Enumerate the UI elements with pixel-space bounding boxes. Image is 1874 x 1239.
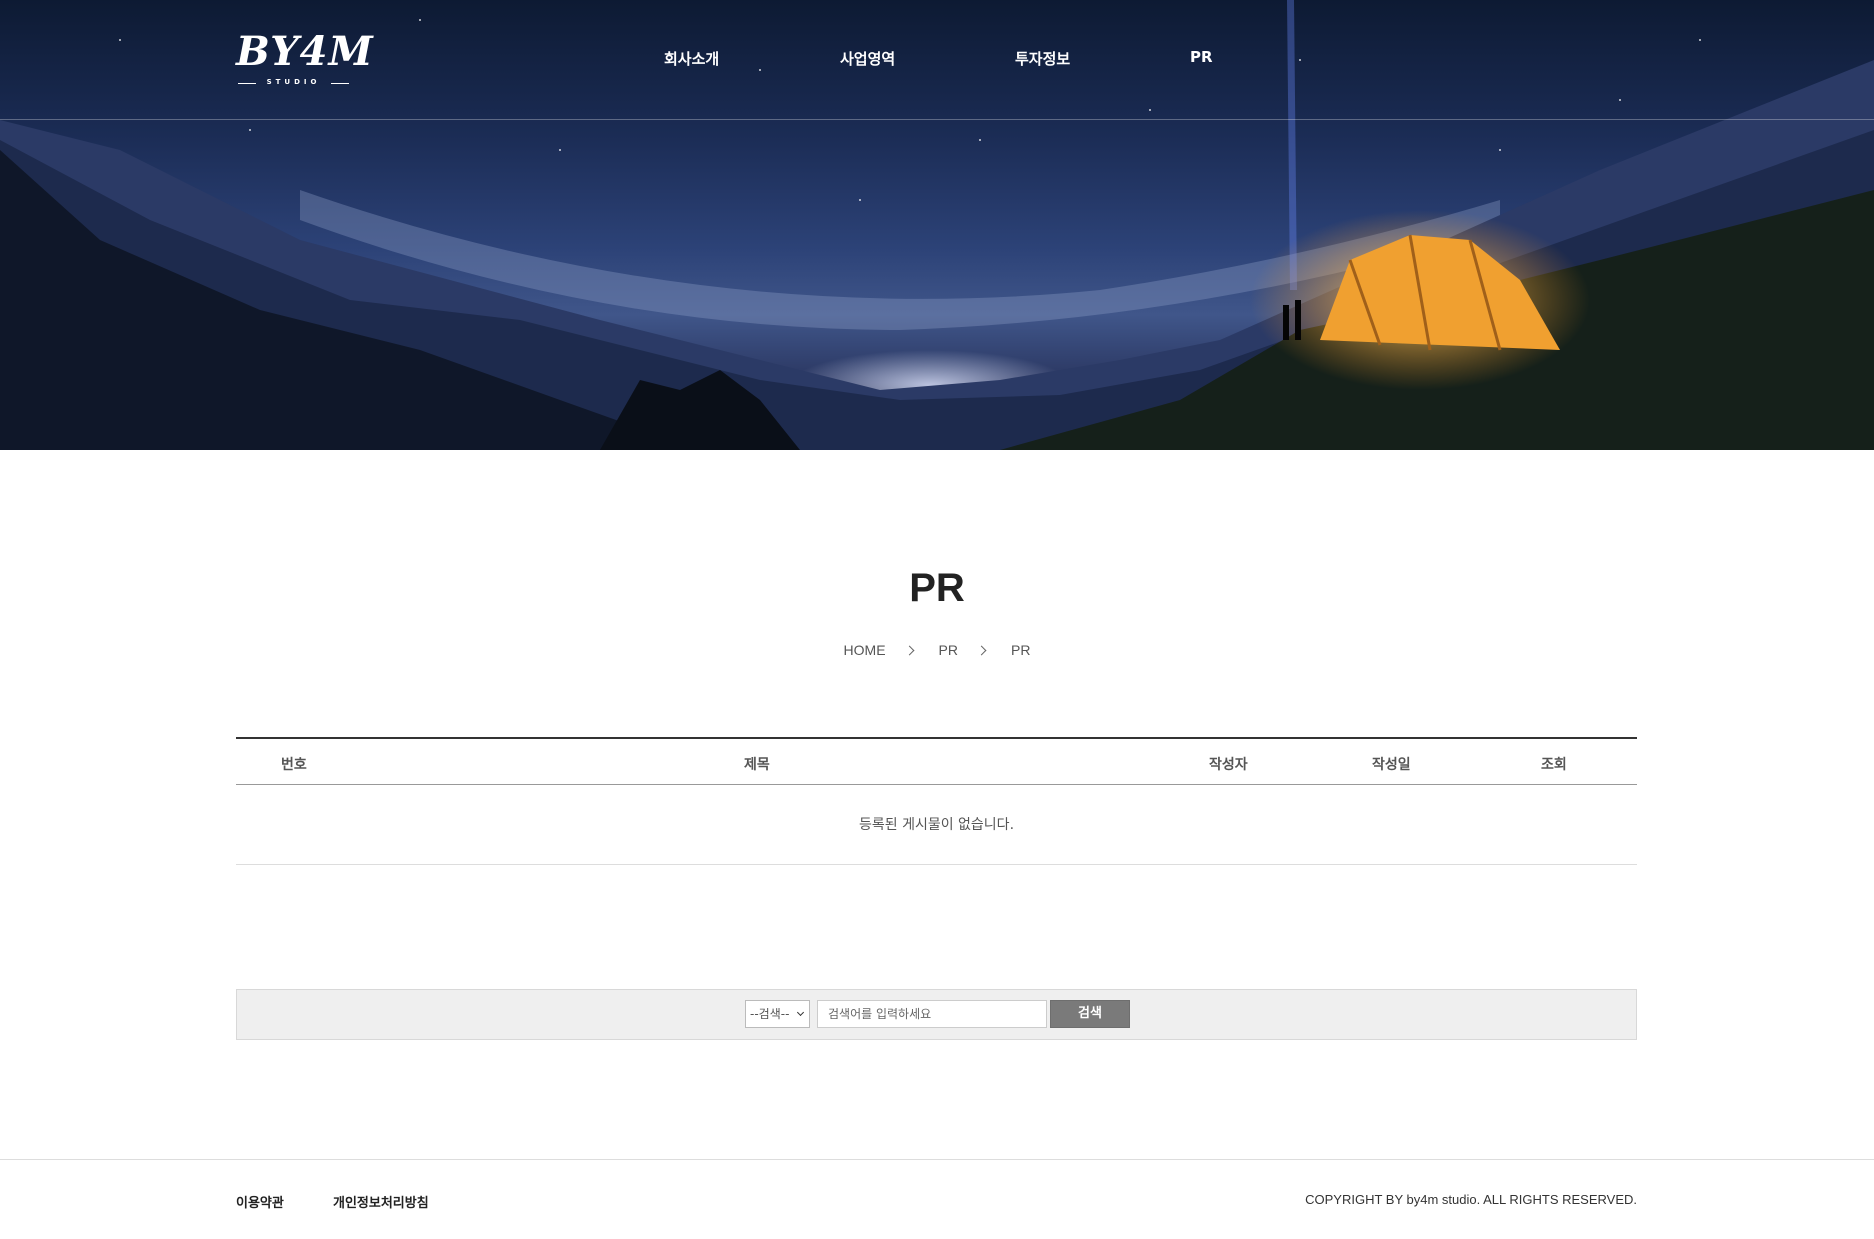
chevron-down-icon	[796, 1008, 805, 1017]
search-select[interactable]: --검색--	[745, 1000, 810, 1028]
page-title: PR	[909, 566, 965, 610]
site-header: BY4M STUDIO 회사소개 사업영역 투자정보 PR	[0, 0, 1874, 120]
privacy-link[interactable]: 개인정보처리방침	[333, 1192, 429, 1211]
col-views: 조회	[1541, 757, 1567, 773]
search-select-value: --검색--	[750, 1007, 790, 1021]
col-date: 작성일	[1372, 757, 1411, 773]
terms-link[interactable]: 이용약관	[236, 1192, 284, 1211]
hero-banner: BY4M STUDIO 회사소개 사업영역 투자정보 PR	[0, 0, 1874, 450]
nav-business[interactable]: 사업영역	[840, 48, 895, 69]
board-table: 번호 제목 작성자 작성일 조회 등록된 게시물이 없습니다.	[236, 737, 1637, 865]
chevron-right-icon	[976, 645, 987, 655]
nav-pr[interactable]: PR	[1190, 48, 1213, 66]
breadcrumb-home[interactable]: HOME	[844, 642, 886, 658]
search-button[interactable]: 검색	[1050, 1000, 1130, 1028]
empty-message: 등록된 게시물이 없습니다.	[236, 785, 1637, 865]
col-author: 작성자	[1209, 757, 1248, 773]
logo-line-right	[331, 83, 349, 84]
search-input[interactable]: 검색어를 입력하세요	[817, 1000, 1047, 1028]
nav-company[interactable]: 회사소개	[664, 48, 719, 69]
col-title: 제목	[744, 757, 770, 773]
col-number: 번호	[281, 757, 307, 773]
nav-investor[interactable]: 투자정보	[1015, 48, 1070, 69]
breadcrumb-pr[interactable]: PR	[939, 642, 958, 658]
site-footer: 이용약관 개인정보처리방침 COPYRIGHT BY by4m studio. …	[0, 1159, 1874, 1239]
table-header: 번호 제목 작성자 작성일 조회	[236, 737, 1637, 785]
logo-sub-text: STUDIO	[266, 78, 321, 86]
main-nav: 회사소개 사업영역 투자정보 PR	[0, 48, 1874, 72]
logo-subtitle: STUDIO	[236, 78, 351, 90]
breadcrumb: HOME PR PR	[0, 640, 1874, 660]
chevron-right-icon	[904, 645, 914, 655]
copyright-text: COPYRIGHT BY by4m studio. ALL RIGHTS RES…	[1305, 1192, 1637, 1207]
search-bar: --검색-- 검색어를 입력하세요 검색	[236, 989, 1637, 1040]
breadcrumb-current[interactable]: PR	[1011, 642, 1030, 658]
